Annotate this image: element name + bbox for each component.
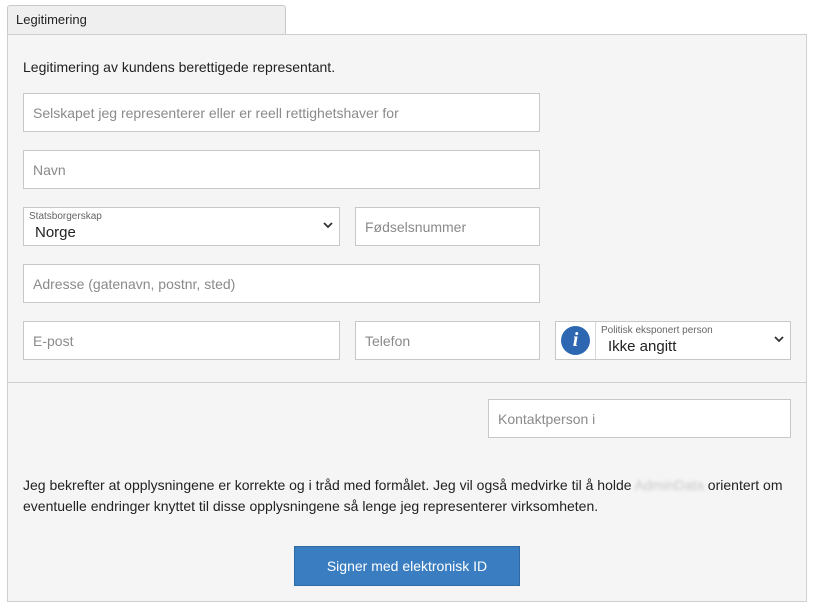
birth-number-field[interactable] bbox=[355, 207, 540, 246]
confirmation-part1: Jeg bekrefter at opplysningene er korrek… bbox=[23, 477, 635, 493]
chevron-down-icon bbox=[323, 222, 333, 229]
contact-person-input[interactable] bbox=[489, 400, 790, 437]
sign-button-label: Signer med elektronisk ID bbox=[326, 558, 488, 574]
intro-text: Legitimering av kundens berettigede repr… bbox=[23, 59, 336, 75]
citizenship-value: Norge bbox=[35, 224, 76, 241]
sign-button[interactable]: Signer med elektronisk ID bbox=[294, 546, 520, 586]
email-input[interactable] bbox=[24, 322, 339, 359]
chevron-down-icon bbox=[774, 336, 784, 343]
info-icon: i bbox=[561, 326, 590, 355]
name-field[interactable] bbox=[23, 150, 540, 189]
address-input[interactable] bbox=[24, 265, 539, 302]
section-divider bbox=[8, 382, 806, 383]
pep-select[interactable]: i Politisk eksponert person Ikke angitt bbox=[555, 321, 791, 360]
citizenship-label: Statsborgerskap bbox=[29, 211, 102, 222]
redacted-company-name: AdminData bbox=[634, 477, 704, 493]
confirmation-text: Jeg bekrefter at opplysningene er korrek… bbox=[23, 475, 793, 517]
birth-number-input[interactable] bbox=[356, 208, 539, 245]
tab-legitimering[interactable]: Legitimering bbox=[7, 5, 286, 34]
company-field[interactable] bbox=[23, 93, 540, 132]
company-input[interactable] bbox=[24, 94, 539, 131]
pep-value: Ikke angitt bbox=[608, 338, 677, 355]
pep-label: Politisk eksponert person bbox=[601, 325, 713, 336]
contact-person-field[interactable] bbox=[488, 399, 791, 438]
address-field[interactable] bbox=[23, 264, 540, 303]
phone-input[interactable] bbox=[356, 322, 539, 359]
email-field[interactable] bbox=[23, 321, 340, 360]
pep-info-button[interactable]: i bbox=[556, 322, 596, 359]
name-input[interactable] bbox=[24, 151, 539, 188]
citizenship-select[interactable]: Statsborgerskap Norge bbox=[23, 207, 340, 246]
phone-field[interactable] bbox=[355, 321, 540, 360]
tab-label: Legitimering bbox=[16, 12, 87, 27]
